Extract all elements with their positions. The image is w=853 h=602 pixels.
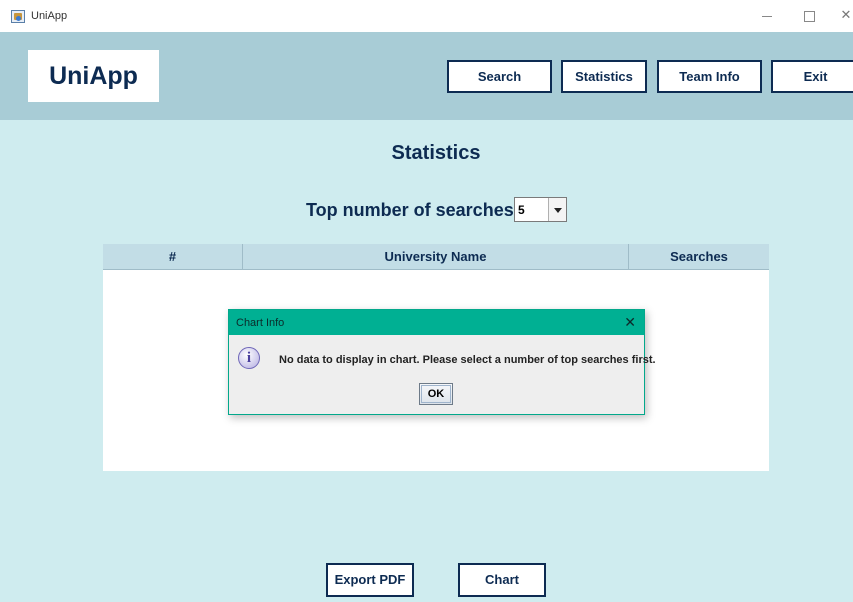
dialog-close-icon[interactable]: ✕ [624, 314, 636, 330]
column-header-university-name[interactable]: University Name [243, 244, 629, 270]
table-header: # University Name Searches [103, 244, 769, 270]
window-close-icon[interactable]: ✕ [831, 4, 853, 26]
top-searches-label: Top number of searches: [306, 200, 520, 220]
top-searches-select[interactable]: 5 [514, 197, 567, 222]
chart-info-dialog: Chart Info ✕ i No data to display in cha… [228, 309, 656, 415]
dialog-titlebar: Chart Info ✕ [229, 310, 644, 335]
statistics-nav-button[interactable]: Statistics [561, 60, 647, 93]
window-titlebar: UniApp ✕ [0, 0, 853, 32]
app-header: UniApp Search Statistics Team Info Exit [0, 32, 853, 120]
column-header-rank[interactable]: # [103, 244, 243, 270]
chevron-down-icon[interactable] [548, 198, 566, 221]
maximize-icon[interactable] [794, 4, 824, 26]
info-icon: i [238, 347, 260, 369]
team-info-nav-button[interactable]: Team Info [657, 60, 762, 93]
top-searches-selected-value: 5 [518, 203, 525, 217]
ok-button[interactable]: OK [419, 383, 453, 405]
page-title: Statistics [391, 142, 481, 164]
minimize-icon[interactable] [752, 4, 782, 26]
exit-nav-button[interactable]: Exit [771, 60, 853, 93]
chart-button[interactable]: Chart [458, 563, 546, 597]
export-pdf-button[interactable]: Export PDF [326, 563, 414, 597]
java-app-icon [11, 10, 25, 23]
window-title: UniApp [31, 10, 68, 22]
column-header-searches[interactable]: Searches [629, 244, 769, 270]
app-logo: UniApp [28, 50, 159, 102]
search-nav-button[interactable]: Search [447, 60, 552, 93]
dialog-title: Chart Info [236, 317, 285, 329]
dialog-message: No data to display in chart. Please sele… [279, 354, 656, 366]
